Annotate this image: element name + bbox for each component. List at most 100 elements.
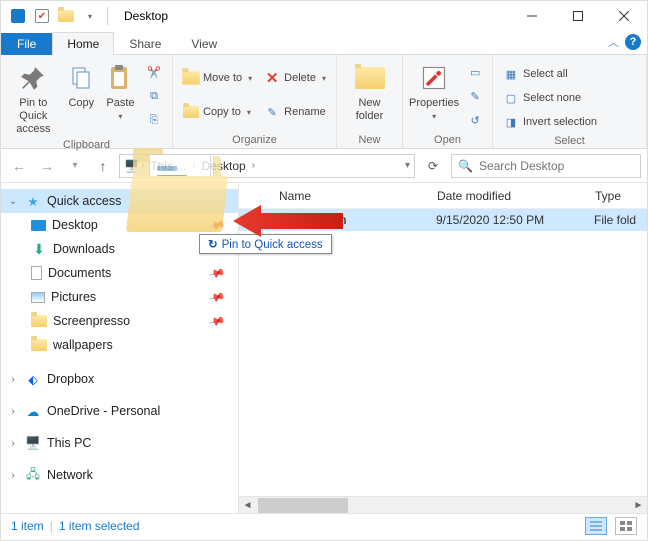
scroll-left-icon[interactable]: ◄	[239, 497, 256, 514]
folder-icon	[31, 337, 47, 353]
search-input[interactable]	[479, 159, 634, 173]
history-button[interactable]: ↺	[463, 109, 487, 131]
expand-icon[interactable]: ⌄	[7, 196, 19, 207]
nav-thispc[interactable]: ›🖥️This PC	[1, 431, 238, 455]
nav-screenpresso[interactable]: Screenpresso📌	[1, 309, 238, 333]
edit-icon: ✎	[467, 88, 483, 104]
properties-icon	[419, 63, 449, 93]
nav-wallpapers[interactable]: wallpapers	[1, 333, 238, 357]
minimize-button[interactable]	[509, 1, 555, 31]
view-details-button[interactable]	[585, 517, 607, 535]
open-button[interactable]: ▭	[463, 61, 487, 83]
rename-button[interactable]: ✎Rename	[260, 101, 330, 123]
paste-shortcut-button[interactable]: ⎘	[142, 109, 166, 131]
select-none-button[interactable]: ▢Select none	[499, 87, 601, 109]
tab-home[interactable]: Home	[52, 32, 114, 55]
collapse-ribbon-icon[interactable]: ︿	[608, 34, 619, 50]
delete-icon: ✕	[264, 70, 280, 86]
navigation-pane: ⌄ ★ Quick access Desktop📌 ⬇Downloads📌 Do…	[1, 183, 239, 513]
invert-selection-button[interactable]: ◨Invert selection	[499, 111, 601, 133]
pictures-icon	[31, 292, 45, 303]
nav-desktop[interactable]: Desktop📌	[1, 213, 238, 237]
properties-button[interactable]: Properties ▾	[409, 59, 459, 122]
search-box[interactable]: 🔍	[451, 154, 641, 178]
status-bar: 1 item | 1 item selected	[1, 513, 647, 537]
folder-icon	[253, 214, 273, 226]
copy-path-button[interactable]: ⧉	[142, 85, 166, 107]
scroll-right-icon[interactable]: ►	[630, 497, 647, 514]
horizontal-scrollbar[interactable]: ◄ ►	[239, 496, 647, 513]
refresh-button[interactable]: ⟳	[419, 154, 447, 178]
qat-properties-icon[interactable]: ✔	[31, 5, 53, 27]
column-name[interactable]: Name	[279, 189, 437, 203]
pin-to-quick-access-button[interactable]: Pin to Quick access	[7, 59, 60, 137]
back-button[interactable]: ←	[7, 154, 31, 178]
address-dropdown-icon[interactable]: ▾	[405, 160, 410, 171]
desktop-icon	[31, 220, 46, 231]
new-folder-button[interactable]: New folder	[345, 59, 395, 123]
expand-icon[interactable]: ›	[7, 374, 19, 385]
copy-button[interactable]: Copy	[64, 59, 99, 110]
column-type[interactable]: Type	[595, 189, 647, 203]
address-bar[interactable]: 🖥️ › This ... › Desktop › ▾	[119, 154, 415, 178]
column-headers: Name Date modified Type	[239, 183, 647, 209]
content-pane: Name Date modified Type Digital Citizen …	[239, 183, 647, 513]
copy-icon	[66, 63, 96, 93]
breadcrumb-thispc[interactable]: This ...	[146, 159, 190, 173]
expand-icon[interactable]: ›	[7, 406, 19, 417]
tab-share[interactable]: Share	[114, 32, 176, 55]
group-select-label: Select	[499, 133, 640, 147]
forward-button[interactable]: →	[35, 154, 59, 178]
onedrive-icon: ☁	[25, 403, 41, 419]
qat-app-icon[interactable]	[7, 5, 29, 27]
title-bar: ✔ ▾ Desktop	[1, 1, 647, 31]
qat-newfolder-icon[interactable]	[55, 5, 77, 27]
close-button[interactable]	[601, 1, 647, 31]
nav-quick-access[interactable]: ⌄ ★ Quick access	[1, 189, 238, 213]
paste-button[interactable]: Paste ▾	[103, 59, 138, 122]
move-to-button[interactable]: Move to▾	[179, 67, 256, 89]
edit-button[interactable]: ✎	[463, 85, 487, 107]
expand-icon[interactable]: ›	[7, 438, 19, 449]
ribbon: Pin to Quick access Copy Paste ▾ ✂️ ⧉ ⎘ …	[1, 55, 647, 149]
star-icon: ★	[25, 193, 41, 209]
tab-view[interactable]: View	[176, 32, 232, 55]
copy-path-icon: ⧉	[146, 88, 162, 104]
status-selected-count: 1 item selected	[59, 519, 140, 533]
quick-access-toolbar: ✔ ▾	[1, 5, 101, 27]
copyto-icon	[183, 104, 199, 120]
breadcrumb-desktop[interactable]: Desktop	[198, 159, 250, 173]
file-date: 9/15/2020 12:50 PM	[436, 213, 594, 227]
moveto-icon	[183, 70, 199, 86]
tab-file[interactable]: File	[1, 33, 52, 55]
network-icon: 🖧	[25, 467, 41, 483]
column-date[interactable]: Date modified	[437, 189, 595, 203]
nav-documents[interactable]: Documents📌	[1, 261, 238, 285]
scroll-thumb[interactable]	[258, 498, 348, 513]
nav-dropbox[interactable]: ›⬖Dropbox	[1, 367, 238, 391]
expand-icon[interactable]: ›	[7, 470, 19, 481]
history-icon: ↺	[467, 112, 483, 128]
group-new-label: New	[343, 132, 396, 146]
recent-locations-button[interactable]: ▾	[63, 154, 87, 178]
nav-downloads[interactable]: ⬇Downloads📌	[1, 237, 238, 261]
cut-button[interactable]: ✂️	[142, 61, 166, 83]
dropbox-icon: ⬖	[25, 371, 41, 387]
documents-icon	[31, 266, 42, 280]
qat-customize-icon[interactable]: ▾	[79, 5, 101, 27]
delete-button[interactable]: ✕Delete▾	[260, 67, 330, 89]
help-icon[interactable]: ?	[625, 34, 641, 50]
view-large-icons-button[interactable]	[615, 517, 637, 535]
nav-network[interactable]: ›🖧Network	[1, 463, 238, 487]
file-name: Digital Citizen	[273, 213, 436, 227]
select-all-button[interactable]: ▦Select all	[499, 63, 601, 85]
nav-onedrive[interactable]: ›☁OneDrive - Personal	[1, 399, 238, 423]
explorer-window: ✔ ▾ Desktop File Home Share View ︿ ? Pin…	[0, 0, 648, 541]
maximize-button[interactable]	[555, 1, 601, 31]
up-button[interactable]: ↑	[91, 154, 115, 178]
nav-pictures[interactable]: Pictures📌	[1, 285, 238, 309]
group-organize-label: Organize	[179, 132, 330, 146]
copy-to-button[interactable]: Copy to▾	[179, 101, 256, 123]
open-icon: ▭	[467, 64, 483, 80]
file-row[interactable]: Digital Citizen 9/15/2020 12:50 PM File …	[239, 209, 647, 231]
